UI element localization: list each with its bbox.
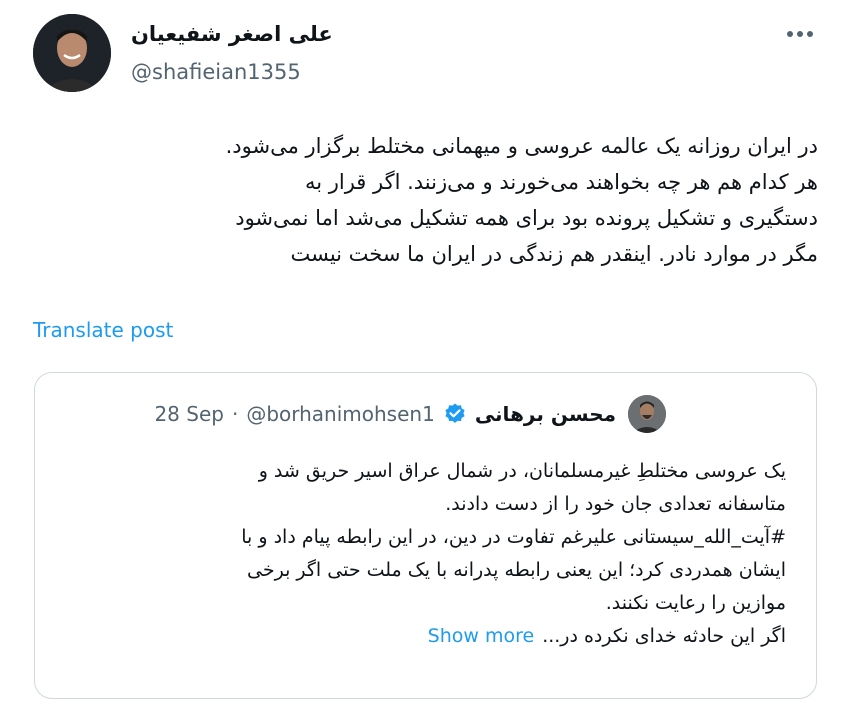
post-text-line: مگر در موارد نادر. اینقدر هم زندگی در ای… [290, 242, 818, 266]
author-handle[interactable]: @shafieian1355 [131, 60, 301, 84]
author-name[interactable]: علی اصغر شفیعیان [131, 22, 333, 46]
quote-author-name[interactable]: محسن برهانی [475, 402, 616, 426]
more-horizontal-icon[interactable] [782, 22, 818, 46]
quote-truncated-text: اگر این حادثه خدای نکرده در... [542, 625, 786, 647]
quote-date[interactable]: 28 Sep [154, 402, 224, 426]
quote-text: یک عروسی مختلطِ غیرمسلمانان، در شمال عرا… [66, 455, 786, 653]
post-text-line: دستگیری و تشکیل پرونده بود برای همه تشکی… [235, 206, 818, 230]
quote-handle[interactable]: @borhanimohsen1 [246, 402, 435, 426]
quote-tweet-card[interactable]: محسن برهانی @borhanimohsen1 · 28 Sep یک … [34, 372, 817, 699]
quote-text-line: ایشان همدردی کرد؛ این یعنی رابطه پدرانه … [247, 559, 786, 581]
quote-text-line: متاسفانه تعدادی جان خود را از دست دادند. [445, 493, 786, 515]
quote-header: محسن برهانی @borhanimohsen1 · 28 Sep [154, 395, 666, 433]
translate-post-link[interactable]: Translate post [33, 318, 173, 342]
quote-text-line: یک عروسی مختلطِ غیرمسلمانان، در شمال عرا… [258, 460, 786, 482]
quote-text-line: موازین را رعایت نکنند. [605, 592, 786, 614]
show-more-link[interactable]: Show more [428, 625, 535, 647]
verified-badge-icon [443, 402, 467, 426]
quote-separator: · [231, 402, 239, 426]
quote-author-avatar[interactable] [628, 395, 666, 433]
quote-text-line: #آیت_الله_سیستانی علیرغم تفاوت در دین، د… [241, 526, 786, 548]
post-text-line: هر کدام هم هر چه بخواهند می‌خورند و می‌ز… [304, 170, 818, 194]
post-text: در ایران روزانه یک عالمه عروسی و میهمانی… [32, 128, 818, 272]
post-text-line: در ایران روزانه یک عالمه عروسی و میهمانی… [225, 134, 818, 158]
quote-last-line: اگر این حادثه خدای نکرده در... Show more [66, 620, 786, 653]
author-avatar[interactable] [33, 14, 111, 92]
